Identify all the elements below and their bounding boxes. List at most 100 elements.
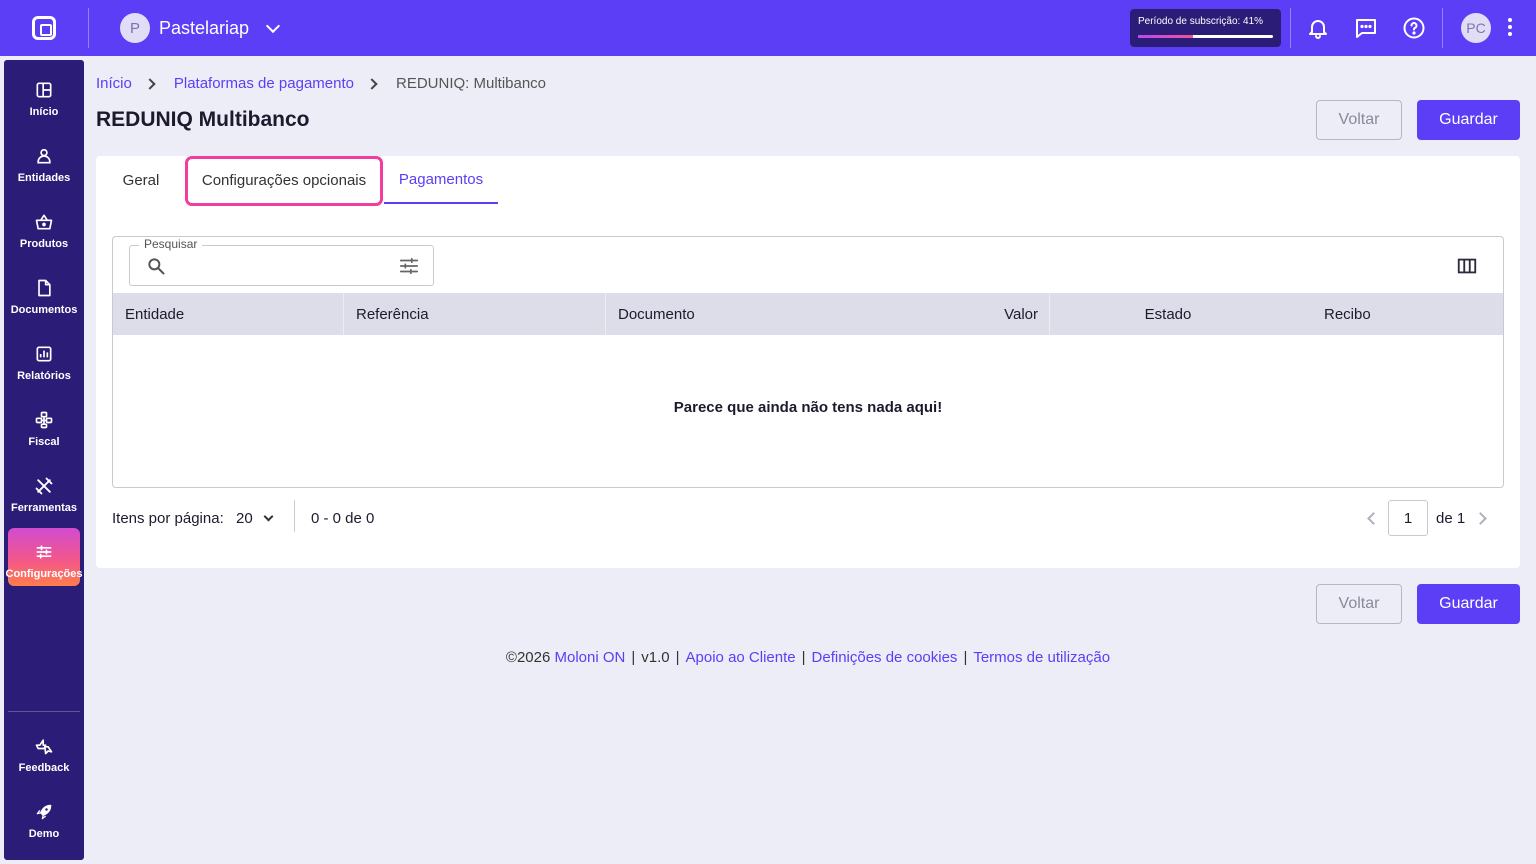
save-button[interactable]: Guardar xyxy=(1417,100,1520,140)
sidebar-divider xyxy=(8,711,80,712)
page-title: REDUNIQ Multibanco xyxy=(96,108,310,131)
footer-brand-link[interactable]: Moloni ON xyxy=(555,649,626,666)
app-logo-icon[interactable] xyxy=(32,16,56,40)
document-icon xyxy=(38,279,51,297)
back-button-bottom[interactable]: Voltar xyxy=(1316,584,1402,624)
feedback-icon xyxy=(35,739,53,755)
sidebar-item-inicio[interactable]: Início xyxy=(8,66,80,124)
sidebar-item-label: Documentos xyxy=(10,304,78,316)
subscription-progress-bar xyxy=(1138,35,1273,38)
company-name: Pastelariap xyxy=(159,17,250,38)
footer-support-link[interactable]: Apoio ao Cliente xyxy=(686,649,796,666)
subscription-period-badge[interactable]: Período de subscrição: 41% xyxy=(1130,9,1281,47)
sidebar-item-entidades[interactable]: Entidades xyxy=(8,132,80,190)
sidebar-item-label: Início xyxy=(29,106,59,118)
chevron-right-icon xyxy=(366,77,378,90)
dashboard-icon xyxy=(36,82,52,98)
pagination-divider xyxy=(294,500,295,532)
column-divider xyxy=(605,293,606,335)
sidebar-item-label: Produtos xyxy=(19,238,69,250)
more-vert-icon[interactable] xyxy=(1506,18,1514,38)
footer-copyright: ©2026 xyxy=(505,649,551,666)
save-button-bottom[interactable]: Guardar xyxy=(1417,584,1520,624)
user-avatar[interactable]: PC xyxy=(1461,13,1491,43)
chevron-down-icon xyxy=(263,511,274,521)
breadcrumb-section-link[interactable]: Plataformas de pagamento xyxy=(174,75,354,92)
pagination: Itens por página: 20 0 - 0 de 0 de 1 xyxy=(112,500,1504,540)
empty-state-message: Parece que ainda não tens nada aqui! xyxy=(673,399,943,416)
company-selector[interactable]: P Pastelariap xyxy=(120,13,281,43)
items-per-page-label: Itens por página: xyxy=(112,510,224,527)
sidebar-item-label: Entidades xyxy=(17,172,71,184)
top-divider xyxy=(1290,8,1291,48)
sidebar-item-label: Fiscal xyxy=(28,436,60,448)
company-avatar: P xyxy=(120,13,150,43)
top-bar: P Pastelariap Período de subscrição: 41%… xyxy=(0,0,1536,56)
settings-sliders-icon xyxy=(36,545,52,559)
sidebar-item-demo[interactable]: Demo xyxy=(8,788,80,846)
sidebar-item-documentos[interactable]: Documentos xyxy=(8,264,80,322)
chevron-down-icon xyxy=(265,18,281,33)
search-label: Pesquisar xyxy=(139,237,203,251)
subscription-progress-fill xyxy=(1138,35,1194,38)
messages-icon[interactable] xyxy=(1354,16,1378,40)
breadcrumb: Início Plataformas de pagamento REDUNIQ:… xyxy=(96,75,546,92)
sidebar-item-label: Configurações xyxy=(5,568,83,580)
sidebar-item-label: Feedback xyxy=(18,762,70,774)
sidebar-item-produtos[interactable]: Produtos xyxy=(8,198,80,256)
chevron-right-icon xyxy=(144,77,156,90)
column-header-documento[interactable]: Documento xyxy=(618,293,695,335)
sidebar-item-feedback[interactable]: Feedback xyxy=(8,722,80,780)
sidebar-item-configuracoes[interactable]: Configurações xyxy=(5,528,83,586)
items-per-page-select[interactable]: 20 xyxy=(236,510,274,527)
columns-icon[interactable] xyxy=(1456,255,1478,277)
top-divider xyxy=(88,8,89,48)
breadcrumb-current: REDUNIQ: Multibanco xyxy=(395,75,547,92)
rocket-icon xyxy=(36,804,52,820)
sidebar-item-fiscal[interactable]: Fiscal xyxy=(8,396,80,454)
subscription-label: Período de subscrição: 41% xyxy=(1138,16,1264,27)
search-icon xyxy=(148,258,165,275)
person-icon xyxy=(37,148,51,164)
items-per-page-value: 20 xyxy=(236,510,253,527)
footer: ©2026 Moloni ON | v1.0 | Apoio ao Cliente | De… xyxy=(505,649,1111,666)
column-divider xyxy=(1049,293,1050,335)
column-header-recibo[interactable]: Recibo xyxy=(1324,293,1371,335)
column-header-estado[interactable]: Estado xyxy=(1113,293,1223,335)
sidebar-item-label: Demo xyxy=(28,828,60,840)
column-divider xyxy=(343,293,344,335)
filter-icon[interactable] xyxy=(398,255,420,277)
breadcrumb-home-link[interactable]: Início xyxy=(96,75,132,92)
tools-icon xyxy=(35,477,53,495)
search-field[interactable]: Pesquisar xyxy=(129,237,434,286)
sidebar-item-label: Relatórios xyxy=(17,370,71,382)
sidebar: Início Entidades Produtos Documentos Rel… xyxy=(4,60,84,860)
column-header-entidade[interactable]: Entidade xyxy=(125,293,184,335)
top-divider xyxy=(1442,8,1443,48)
back-button[interactable]: Voltar xyxy=(1316,100,1402,140)
tab-pagamentos[interactable]: Pagamentos xyxy=(384,156,498,204)
sidebar-item-label: Ferramentas xyxy=(10,502,78,514)
fiscal-icon xyxy=(35,411,53,429)
payments-table: Pesquisar Entidade Referência Documento … xyxy=(112,236,1504,488)
sidebar-item-relatorios[interactable]: Relatórios xyxy=(8,330,80,388)
column-header-valor[interactable]: Valor xyxy=(983,293,1038,335)
footer-terms-link[interactable]: Termos de utilização xyxy=(973,649,1110,666)
table-header: Entidade Referência Documento Valor Esta… xyxy=(113,293,1503,335)
notifications-icon[interactable] xyxy=(1306,16,1330,40)
tab-geral[interactable]: Geral xyxy=(108,156,174,204)
help-icon[interactable] xyxy=(1402,16,1426,40)
search-input[interactable] xyxy=(174,252,384,280)
total-pages-label: de 1 xyxy=(1436,510,1466,527)
basket-icon xyxy=(35,214,53,230)
column-header-referencia[interactable]: Referência xyxy=(356,293,429,335)
chevron-right-icon[interactable] xyxy=(1474,510,1490,526)
current-page-input[interactable] xyxy=(1388,500,1428,536)
footer-cookies-link[interactable]: Definições de cookies xyxy=(812,649,958,666)
tab-configuracoes-opcionais[interactable]: Configurações opcionais xyxy=(188,156,380,204)
chevron-left-icon[interactable] xyxy=(1364,510,1380,526)
sidebar-item-ferramentas[interactable]: Ferramentas xyxy=(8,462,80,520)
pagination-range: 0 - 0 de 0 xyxy=(311,510,375,527)
footer-version: v1.0 xyxy=(641,649,670,666)
main-card: Geral Configurações opcionais Pagamentos… xyxy=(96,156,1520,568)
